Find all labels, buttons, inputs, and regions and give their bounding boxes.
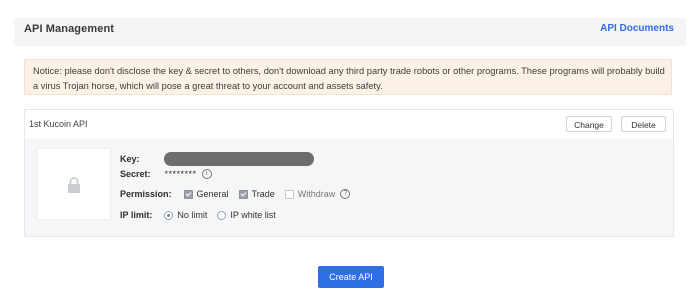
api-documents-link[interactable]: API Documents bbox=[600, 23, 674, 34]
info-icon[interactable]: i bbox=[201, 169, 212, 179]
ip-limit-label: IP limit: bbox=[120, 210, 153, 220]
api-card-header: 1st Kucoin API Change Delete bbox=[25, 110, 673, 138]
api-key-card: 1st Kucoin API Change Delete Key: Secret… bbox=[24, 109, 674, 237]
ip-white-list-option[interactable]: IP white list bbox=[217, 210, 276, 220]
help-icon[interactable]: ? bbox=[340, 189, 351, 199]
permission-row: Permission: General Trade Withdraw ? bbox=[120, 189, 360, 199]
api-card-body: Key: Secret: ******** i Permission: Gene… bbox=[25, 139, 673, 236]
lock-icon bbox=[68, 177, 80, 193]
security-notice: Notice: please don't disclose the key & … bbox=[24, 59, 672, 95]
api-name: 1st Kucoin API bbox=[29, 119, 88, 129]
ip-white-list-label: IP white list bbox=[230, 210, 276, 220]
radio-selected-icon[interactable] bbox=[164, 210, 174, 220]
permission-withdraw[interactable]: Withdraw ? bbox=[284, 189, 351, 199]
permission-general[interactable]: General bbox=[183, 189, 229, 199]
key-qr-placeholder bbox=[37, 148, 111, 220]
permission-general-label: General bbox=[196, 189, 229, 199]
checkbox-unchecked-icon[interactable] bbox=[284, 189, 294, 199]
create-api-button[interactable]: Create API bbox=[318, 266, 384, 288]
ip-limit-row: IP limit: No limit IP white list bbox=[120, 210, 286, 220]
change-button[interactable]: Change bbox=[566, 116, 612, 132]
key-value-redacted bbox=[163, 152, 314, 166]
ip-no-limit-option[interactable]: No limit bbox=[164, 210, 207, 220]
page-header: API Management API Documents bbox=[14, 18, 686, 46]
secret-label: Secret: bbox=[120, 169, 151, 179]
permission-trade-label: Trade bbox=[251, 189, 275, 199]
delete-button[interactable]: Delete bbox=[621, 116, 666, 132]
ip-no-limit-label: No limit bbox=[177, 210, 208, 220]
permission-label: Permission: bbox=[120, 189, 172, 199]
key-label: Key: bbox=[120, 154, 140, 164]
permission-trade[interactable]: Trade bbox=[238, 189, 275, 199]
page-title: API Management bbox=[24, 23, 115, 35]
secret-value: ******** bbox=[164, 169, 197, 179]
radio-unselected-icon[interactable] bbox=[217, 210, 227, 220]
secret-row: Secret: ******** i bbox=[120, 169, 212, 179]
key-row: Key: bbox=[120, 152, 314, 166]
checkbox-checked-icon[interactable] bbox=[183, 189, 193, 199]
checkbox-checked-icon[interactable] bbox=[238, 189, 248, 199]
permission-withdraw-label: Withdraw bbox=[297, 189, 336, 199]
